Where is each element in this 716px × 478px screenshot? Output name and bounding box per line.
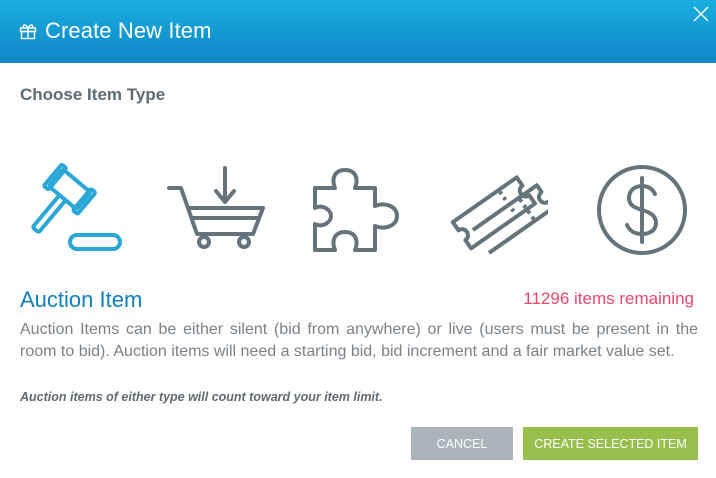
dialog-title-wrap: Create New Item (19, 16, 212, 46)
dialog-title: Create New Item (45, 18, 212, 43)
item-limit-note: Auction items of either type will count … (20, 390, 383, 404)
create-selected-item-button[interactable]: Create Selected Item (523, 427, 698, 460)
puzzle-icon[interactable] (305, 160, 405, 260)
cancel-button[interactable]: Cancel (411, 427, 513, 460)
gift-icon (19, 24, 37, 40)
selected-type-description: Auction Items can be either silent (bid … (20, 321, 698, 360)
items-remaining-count: 11296 items remaining (523, 289, 694, 308)
cart-icon[interactable] (165, 160, 265, 260)
choose-type-label: Choose Item Type (20, 85, 166, 104)
tickets-icon[interactable] (448, 160, 548, 260)
dialog-header: Create New Item (0, 0, 716, 63)
gavel-icon[interactable] (23, 160, 123, 260)
item-type-picker (0, 160, 716, 260)
close-icon[interactable] (693, 6, 709, 22)
dollar-icon[interactable] (592, 160, 692, 260)
selected-type-title: Auction Item (20, 287, 143, 312)
